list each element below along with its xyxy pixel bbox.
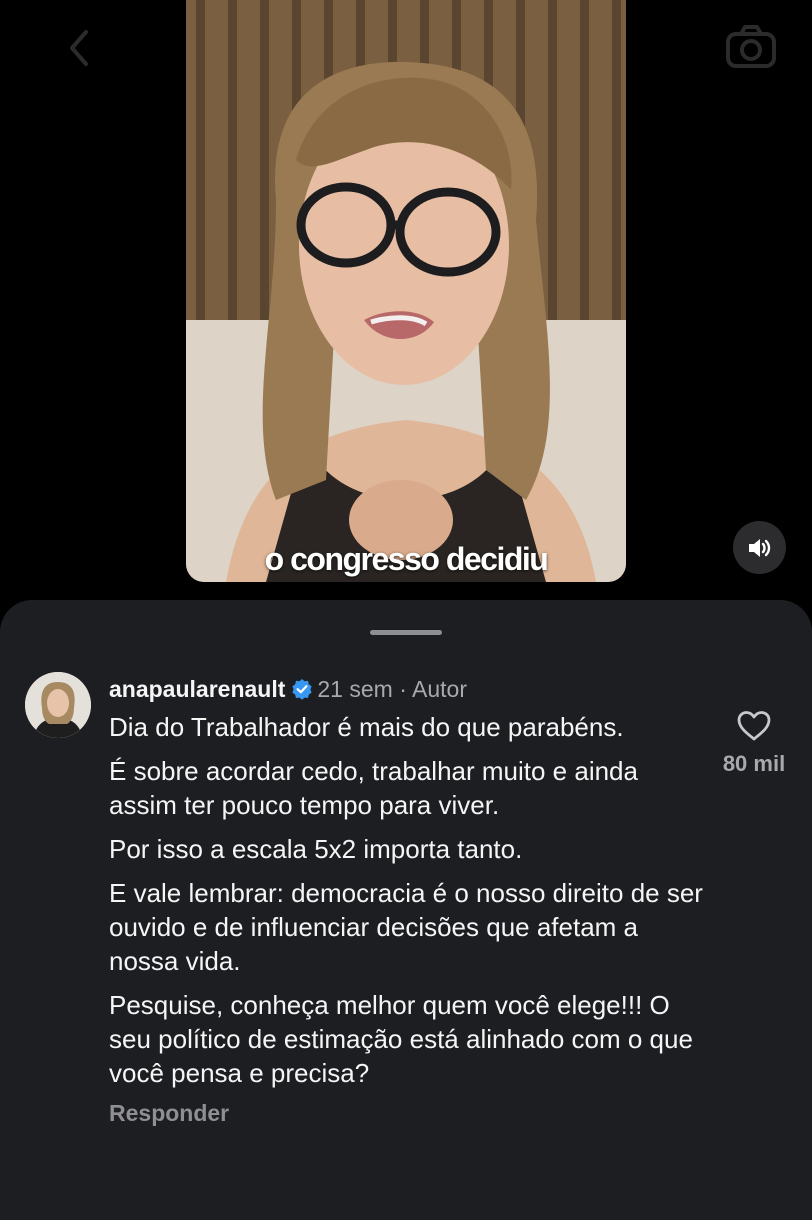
sound-toggle-button[interactable] [733, 521, 786, 574]
avatar[interactable] [25, 672, 91, 738]
comment-paragraph: E vale lembrar: democracia é o nosso dir… [109, 878, 703, 976]
video-frame-image [186, 0, 626, 582]
video-player[interactable]: o congresso decidiu [186, 0, 626, 582]
username[interactable]: anapaularenault [109, 676, 285, 702]
camera-button[interactable] [724, 22, 778, 72]
chevron-left-icon [70, 30, 88, 66]
author-label: Autor [412, 676, 467, 702]
sheet-drag-handle[interactable] [370, 630, 442, 635]
comment-paragraph: É sobre acordar cedo, trabalhar muito e … [109, 756, 638, 820]
heart-icon[interactable] [736, 710, 772, 742]
comment-paragraph: Dia do Trabalhador é mais do que parabén… [109, 712, 624, 742]
comment-paragraph: Pesquise, conheça melhor quem você elege… [109, 990, 693, 1088]
video-viewer: o congresso decidiu [0, 0, 812, 610]
like-control: 80 mil [718, 710, 790, 777]
verified-badge-icon [291, 677, 313, 707]
reply-button[interactable]: Responder [109, 1100, 709, 1127]
comment-time: 21 sem [317, 676, 393, 702]
comments-sheet: anapaularenault 21 sem · Autor Dia do Tra… [0, 600, 812, 1220]
comment: anapaularenault 21 sem · Autor Dia do Tra… [109, 674, 709, 1127]
comment-meta: anapaularenault 21 sem · Autor [109, 674, 709, 707]
comment-body: Dia do Trabalhador é mais do que parabén… [109, 710, 709, 1090]
profile-picture-image [25, 672, 91, 738]
back-button[interactable] [60, 28, 100, 68]
speaker-icon [748, 538, 770, 557]
camera-icon [726, 25, 776, 68]
like-count: 80 mil [722, 751, 786, 776]
comment-paragraph: Por isso a escala 5x2 importa tanto. [109, 834, 523, 864]
meta-separator: · [399, 676, 407, 702]
video-caption: o congresso decidiu [264, 541, 549, 577]
